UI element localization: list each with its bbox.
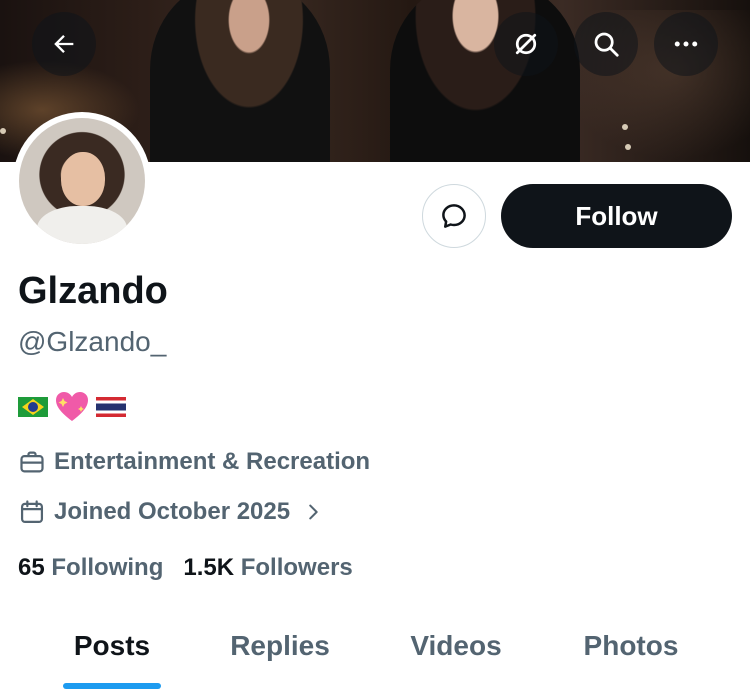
follow-button[interactable]: Follow — [501, 184, 732, 248]
tab-replies[interactable]: Replies — [200, 610, 360, 682]
following-label: Following — [51, 554, 164, 581]
following-stat[interactable]: 65 Following — [18, 554, 163, 582]
followers-label: Followers — [240, 554, 353, 581]
chevron-right-icon — [309, 504, 318, 520]
display-name: Glzando — [18, 270, 168, 312]
search-icon — [594, 32, 619, 57]
thailand-flag-icon — [96, 397, 126, 417]
follow-stats: 65 Following 1.5K Followers — [18, 554, 353, 582]
search-button[interactable] — [574, 12, 638, 76]
tab-photos[interactable]: Photos — [556, 610, 706, 682]
sparkling-heart-icon — [56, 392, 88, 421]
message-button[interactable] — [422, 184, 486, 248]
joined-row[interactable]: Joined October 2025 — [18, 498, 324, 526]
brazil-flag-icon — [18, 397, 48, 417]
avatar[interactable] — [13, 112, 151, 250]
followers-stat[interactable]: 1.5K Followers — [183, 554, 352, 582]
arrow-left-icon — [54, 35, 74, 53]
tab-videos[interactable]: Videos — [380, 610, 532, 682]
banner-light — [625, 144, 631, 150]
user-handle: @Glzando_ — [18, 326, 167, 357]
banner-light — [0, 128, 6, 134]
banner-person-left — [150, 0, 330, 162]
avatar-face — [61, 152, 105, 206]
calendar-icon — [20, 500, 44, 524]
more-button[interactable] — [654, 12, 718, 76]
followers-count: 1.5K — [183, 554, 235, 581]
grok-icon — [515, 33, 537, 55]
briefcase-icon — [20, 451, 44, 473]
category-text: Entertainment & Recreation — [54, 448, 371, 475]
joined-text: Joined October 2025 — [54, 498, 291, 525]
bio — [18, 390, 126, 424]
message-bubble-icon — [442, 204, 466, 228]
avatar-shirt — [37, 206, 127, 244]
back-button[interactable] — [32, 12, 96, 76]
tab-posts[interactable]: Posts — [40, 610, 184, 682]
avatar-image — [19, 118, 145, 244]
profile-tabs: Posts Replies Videos Photos — [0, 610, 750, 689]
category-row: Entertainment & Recreation — [18, 448, 370, 476]
grok-button[interactable] — [494, 12, 558, 76]
more-icon — [674, 41, 698, 47]
active-tab-indicator — [63, 683, 161, 689]
following-count: 65 — [18, 554, 45, 581]
banner-light — [622, 124, 628, 130]
